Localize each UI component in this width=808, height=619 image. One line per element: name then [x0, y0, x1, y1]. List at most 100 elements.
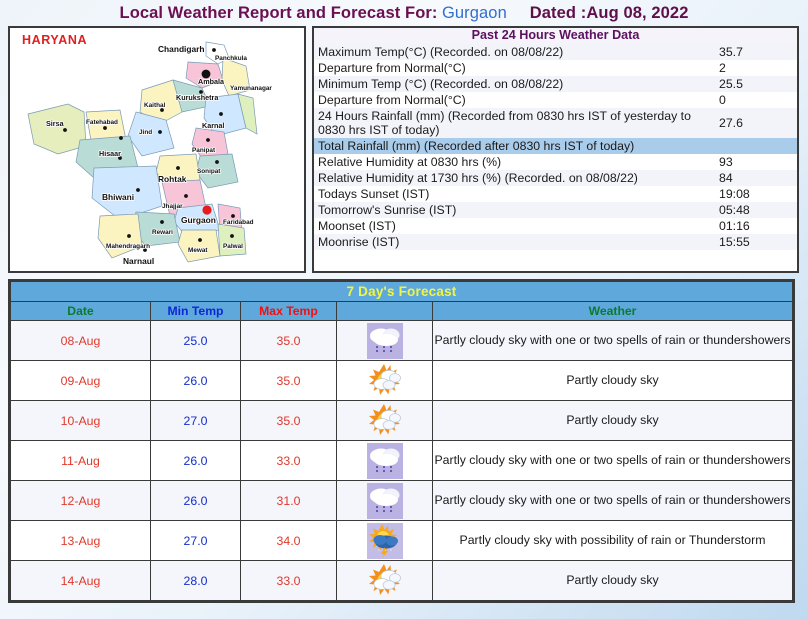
past-24-row: Minimum Temp (°C) (Recorded. on 08/08/22… [314, 76, 797, 92]
map-label-karnal: Karnal [202, 121, 224, 130]
forecast-icon-cell [336, 400, 433, 441]
forecast-icon-cell [336, 320, 433, 361]
page-title: Local Weather Report and Forecast For: G… [0, 4, 808, 23]
map-label-ambala: Ambala [198, 77, 225, 86]
forecast-weather-text: Partly cloudy sky [432, 400, 793, 441]
past-24-label: Tomorrow's Sunrise (IST) [314, 202, 709, 218]
forecast-date: 08-Aug [10, 320, 151, 361]
forecast-row: 10-Aug 27.0 35.0 Partly cloudy sky [10, 400, 793, 441]
past-24-value: 05:48 [709, 202, 797, 218]
past-24-value [709, 138, 797, 154]
forecast-min-temp: 26.0 [150, 360, 241, 401]
map-label-sirsa: Sirsa [46, 119, 65, 128]
past-24-label: 24 Hours Rainfall (mm) (Recorded from 08… [314, 108, 709, 138]
map-label-mewat: Mewat [188, 247, 208, 254]
past-24-value: 25.5 [709, 76, 797, 92]
forecast-min-temp: 27.0 [150, 520, 241, 561]
map-label-bhiwani: Bhiwani [102, 192, 134, 202]
forecast-weather-text: Partly cloudy sky with one or two spells… [432, 320, 793, 361]
past-24-row: Relative Humidity at 0830 hrs (%) 93 [314, 154, 797, 170]
forecast-icon-cell [336, 560, 433, 601]
haryana-map-panel: HARYANA Chandigarh Panchkula Ambala Yamu… [8, 26, 306, 273]
forecast-min-temp: 26.0 [150, 440, 241, 481]
past-24-value: 0 [709, 92, 797, 108]
past-24-row: Tomorrow's Sunrise (IST) 05:48 [314, 202, 797, 218]
past-24-row: Departure from Normal(°C) 0 [314, 92, 797, 108]
sun-cloud-icon [368, 403, 401, 435]
forecast-row: 14-Aug 28.0 33.0 Partly cloudy sky [10, 560, 793, 601]
forecast-date: 10-Aug [10, 400, 151, 441]
map-label-fatehabad: Fatehabad [86, 119, 118, 126]
forecast-max-temp: 35.0 [240, 320, 337, 361]
map-label-gurgaon: Gurgaon [181, 215, 216, 225]
forecast-title: 7 Day's Forecast [10, 281, 793, 302]
forecast-icon-cell [336, 360, 433, 401]
forecast-weather-text: Partly cloudy sky [432, 560, 793, 601]
forecast-min-temp: 27.0 [150, 400, 241, 441]
forecast-max-temp: 31.0 [240, 480, 337, 521]
forecast-row: 13-Aug 27.0 34.0 Partly cloudy sky with po… [10, 520, 793, 561]
forecast-max-temp: 33.0 [240, 560, 337, 601]
forecast-max-temp: 35.0 [240, 400, 337, 441]
past-24-label: Moonrise (IST) [314, 234, 709, 250]
past-24-label: Maximum Temp(°C) (Recorded. on 08/08/22) [314, 44, 709, 60]
map-label-rohtak: Rohtak [158, 174, 187, 184]
map-label-kaithal: Kaithal [144, 102, 166, 109]
forecast-icon-cell [336, 520, 433, 561]
past-24-value: 19:08 [709, 186, 797, 202]
page-title-date: Dated :Aug 08, 2022 [529, 4, 689, 22]
past-24-label: Departure from Normal(°C) [314, 92, 709, 108]
map-label-mahendragarh: Mahendragarh [106, 243, 150, 250]
past-24-label: Departure from Normal(°C) [314, 60, 709, 76]
haryana-map-svg: Chandigarh Panchkula Ambala Yamunanagar … [27, 41, 273, 267]
forecast-header-row: Date Min Temp Max Temp Weather [10, 301, 793, 321]
forecast-min-temp: 26.0 [150, 480, 241, 521]
map-label-jind: Jind [139, 129, 152, 136]
col-header-max-temp: Max Temp [240, 301, 337, 321]
forecast-date: 11-Aug [10, 440, 151, 481]
map-label-jhajjar: Jhajjar [162, 203, 183, 210]
past-24-value: 15:55 [709, 234, 797, 250]
map-label-sonipat: Sonipat [197, 168, 221, 175]
forecast-row: 11-Aug 26.0 33.0 Partly cloudy sky with on… [10, 440, 793, 481]
past-24-label: Todays Sunset (IST) [314, 186, 709, 202]
col-header-min-temp: Min Temp [150, 301, 241, 321]
past-24-value: 01:16 [709, 218, 797, 234]
forecast-weather-text: Partly cloudy sky with one or two spells… [432, 480, 793, 521]
past-24-row: Moonrise (IST) 15:55 [314, 234, 797, 250]
past-24-value: 84 [709, 170, 797, 186]
map-label-rewari: Rewari [152, 229, 173, 236]
seven-day-forecast-panel: 7 Day's Forecast Date Min Temp Max Temp … [8, 279, 795, 603]
forecast-date: 13-Aug [10, 520, 151, 561]
past-24-row: Moonset (IST) 01:16 [314, 218, 797, 234]
forecast-min-temp: 28.0 [150, 560, 241, 601]
rain-cloud-icon [366, 322, 403, 359]
past-24-row: Departure from Normal(°C) 2 [314, 60, 797, 76]
past-24-label: Moonset (IST) [314, 218, 709, 234]
col-header-date: Date [10, 301, 151, 321]
map-label-kurukshetra: Kurukshetra [176, 93, 219, 102]
map-label-hisaar: Hisaar [99, 149, 121, 158]
forecast-min-temp: 25.0 [150, 320, 241, 361]
map-label-chandigarh: Chandigarh [158, 44, 205, 54]
sun-cloud-icon [368, 363, 401, 395]
past-24-value: 27.6 [709, 108, 797, 138]
forecast-icon-cell [336, 440, 433, 481]
rain-cloud-icon [366, 442, 403, 479]
forecast-weather-text: Partly cloudy sky [432, 360, 793, 401]
forecast-row: 09-Aug 26.0 35.0 Partly cloudy sky [10, 360, 793, 401]
past-24-row: Total Rainfall (mm) (Recorded after 0830… [314, 138, 797, 154]
forecast-date: 09-Aug [10, 360, 151, 401]
map-label-panchkula: Panchkula [215, 55, 247, 62]
past-24-label: Relative Humidity at 0830 hrs (%) [314, 154, 709, 170]
forecast-max-temp: 34.0 [240, 520, 337, 561]
rain-cloud-icon [366, 482, 403, 519]
forecast-row: 12-Aug 26.0 31.0 Partly cloudy sky with on… [10, 480, 793, 521]
forecast-title-row: 7 Day's Forecast [10, 281, 793, 302]
past-24-hours-panel: Past 24 Hours Weather Data Maximum Temp(… [312, 26, 799, 273]
map-label-faridabad: Faridabad [223, 219, 254, 226]
forecast-max-temp: 33.0 [240, 440, 337, 481]
forecast-row: 08-Aug 25.0 35.0 Partly cloudy sky with on… [10, 320, 793, 361]
past-24-value: 2 [709, 60, 797, 76]
map-label-narnaul: Narnaul [123, 256, 154, 266]
